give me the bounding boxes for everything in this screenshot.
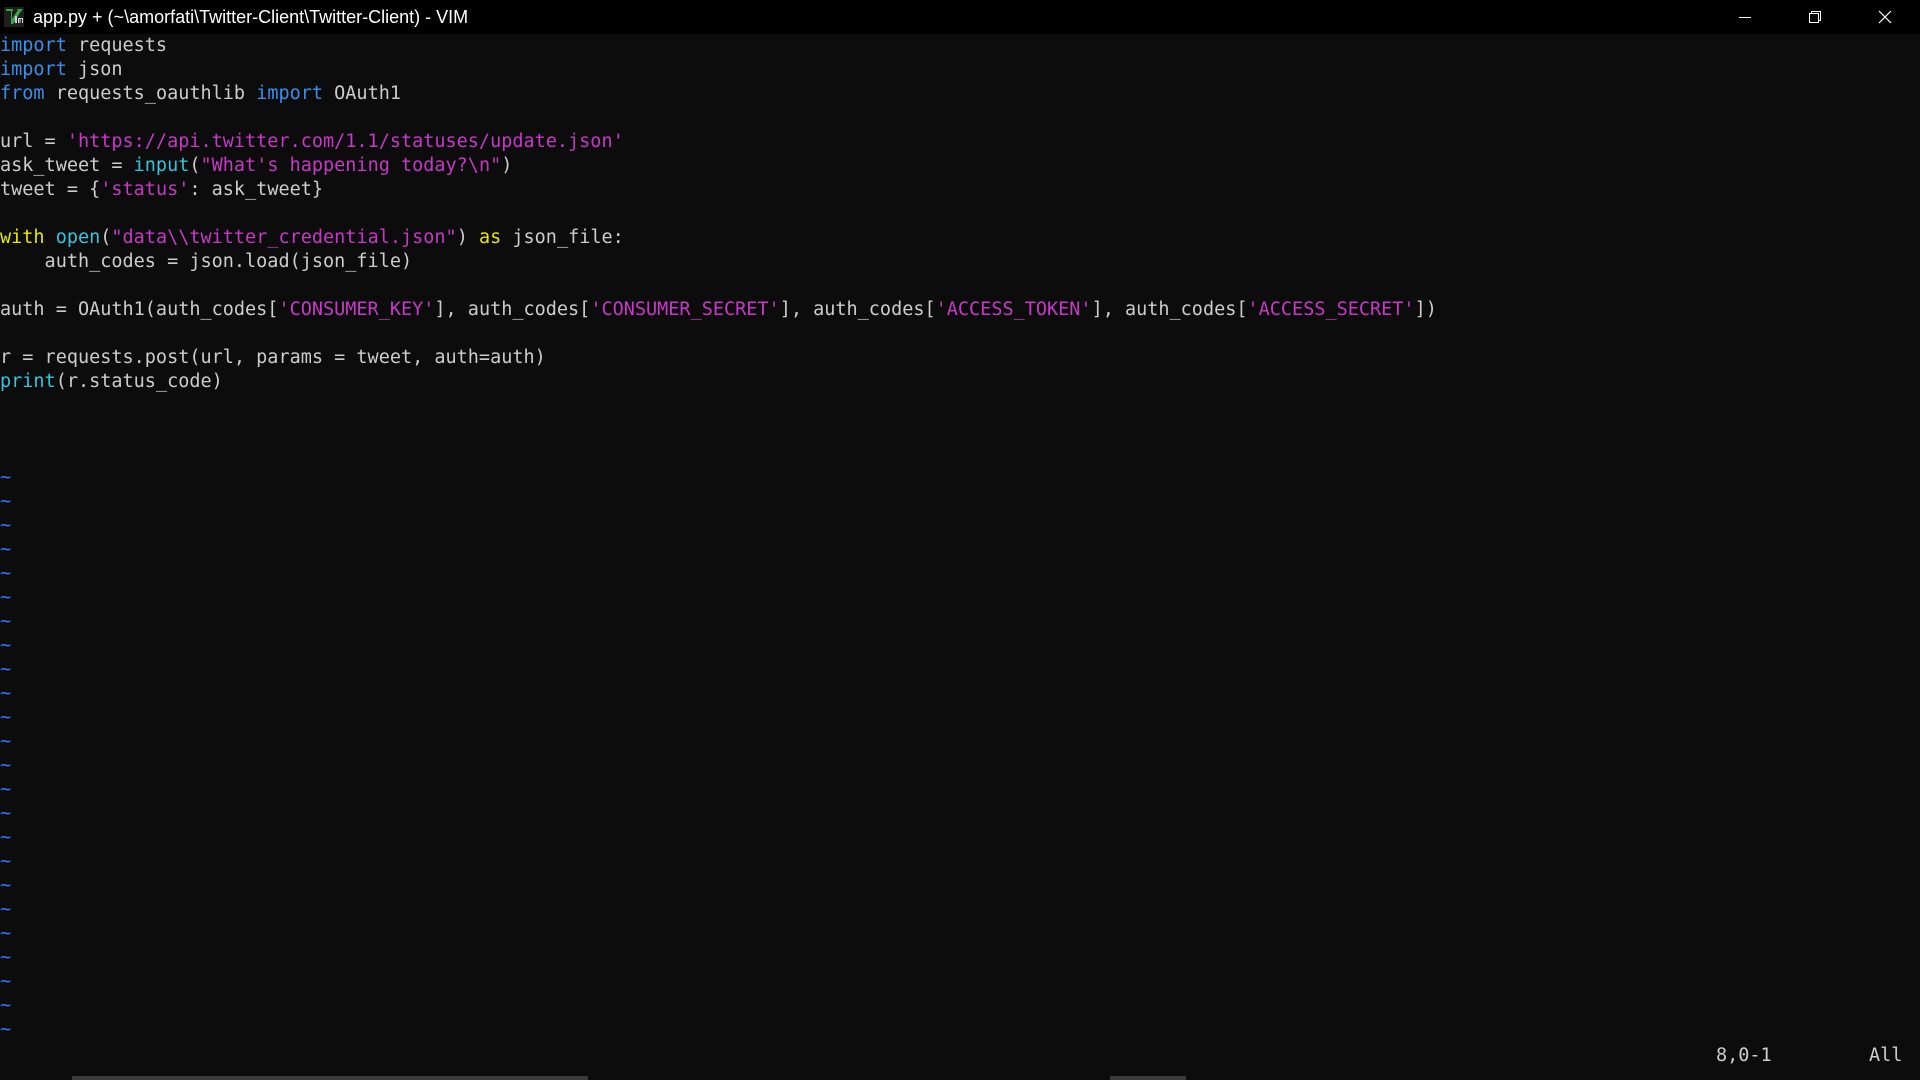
empty-line-marker: ~ xyxy=(0,923,12,944)
restore-icon xyxy=(1809,11,1821,23)
restore-button[interactable] xyxy=(1780,0,1850,34)
code-line[interactable]: r = requests.post(url, params = tweet, a… xyxy=(0,346,1920,370)
code-line[interactable] xyxy=(0,202,1920,226)
code-line[interactable] xyxy=(0,106,1920,130)
close-button[interactable] xyxy=(1850,0,1920,34)
vim-icon xyxy=(4,7,24,27)
window-controls xyxy=(1710,0,1920,34)
empty-line-marker: ~ xyxy=(0,683,12,704)
minimize-button[interactable] xyxy=(1710,0,1780,34)
empty-line-marker: ~ xyxy=(0,779,12,800)
code-token-keyword: from xyxy=(0,83,45,104)
empty-line-marker: ~ xyxy=(0,611,12,632)
code-token-plain: : ask_tweet} xyxy=(189,179,324,200)
code-line[interactable]: with open("data\\twitter_credential.json… xyxy=(0,226,1920,250)
code-token-plain: ], auth_codes[ xyxy=(779,299,936,320)
code-line[interactable]: import json xyxy=(0,58,1920,82)
code-line[interactable] xyxy=(0,274,1920,298)
code-token-plain: requests_oauthlib xyxy=(44,83,257,104)
code-token-plain: auth_codes = json.load(json_file) xyxy=(0,251,413,272)
code-line[interactable] xyxy=(0,442,1920,466)
code-line[interactable] xyxy=(0,394,1920,418)
code-token-builtin: input xyxy=(133,155,190,176)
code-token-string: 'CONSUMER_KEY' xyxy=(278,299,435,320)
code-token-string: 'CONSUMER_SECRET' xyxy=(590,299,780,320)
scroll-percent: All xyxy=(1869,1045,1903,1066)
scrollbar-thumb[interactable] xyxy=(72,1076,588,1080)
empty-line-marker: ~ xyxy=(0,875,12,896)
code-token-plain: json_file: xyxy=(501,227,624,248)
empty-line-marker: ~ xyxy=(0,947,12,968)
code-line[interactable]: auth = OAuth1(auth_codes['CONSUMER_KEY']… xyxy=(0,298,1920,322)
code-token-string: "What's happening today?\n" xyxy=(200,155,502,176)
code-token-string: 'https://api.twitter.com/1.1/statuses/up… xyxy=(66,131,624,152)
horizontal-scrollbar[interactable] xyxy=(0,1076,1920,1080)
code-token-keyword: import xyxy=(0,35,67,56)
empty-line-marker: ~ xyxy=(0,803,12,824)
code-token-keyword: import xyxy=(256,83,324,104)
empty-line-marker: ~ xyxy=(0,995,12,1016)
empty-line-marker: ~ xyxy=(0,467,12,488)
vim-window: app.py + (~\amorfati\Twitter-Client\Twit… xyxy=(0,0,1920,1080)
empty-line-marker: ~ xyxy=(0,1019,12,1040)
empty-line-marker: ~ xyxy=(0,707,12,728)
code-token-control: as xyxy=(478,227,502,248)
code-line[interactable]: print(r.status_code) xyxy=(0,370,1920,394)
code-line[interactable]: tweet = {'status': ask_tweet} xyxy=(0,178,1920,202)
code-token-plain: r = requests.post(url, params = tweet, a… xyxy=(0,347,546,368)
code-token-string: 'status' xyxy=(100,179,190,200)
code-token-plain: url = xyxy=(0,131,67,152)
code-token-plain: ask_tweet = xyxy=(0,155,134,176)
code-token-plain: auth = OAuth1(auth_codes[ xyxy=(0,299,279,320)
empty-line-marker: ~ xyxy=(0,539,12,560)
window-title: app.py + (~\amorfati\Twitter-Client\Twit… xyxy=(33,6,469,27)
code-token-control: with xyxy=(0,227,45,248)
close-icon xyxy=(1878,10,1892,24)
code-token-string: 'ACCESS_TOKEN' xyxy=(935,299,1092,320)
empty-line-marker: ~ xyxy=(0,587,12,608)
code-token-builtin: print xyxy=(0,371,56,392)
empty-line-marker: ~ xyxy=(0,827,12,848)
code-line[interactable] xyxy=(0,418,1920,442)
empty-line-marker: ~ xyxy=(0,563,12,584)
empty-line-marker: ~ xyxy=(0,515,12,536)
empty-line-marker: ~ xyxy=(0,635,12,656)
empty-line-marker: ~ xyxy=(0,731,12,752)
scrollbar-segment xyxy=(1110,1076,1186,1080)
empty-line-marker: ~ xyxy=(0,659,12,680)
code-line[interactable]: from requests_oauthlib import OAuth1 xyxy=(0,82,1920,106)
code-token-keyword: import xyxy=(0,59,67,80)
title-bar[interactable]: app.py + (~\amorfati\Twitter-Client\Twit… xyxy=(0,0,1920,34)
code-token-plain: ], auth_codes[ xyxy=(434,299,591,320)
code-token-string: 'ACCESS_SECRET' xyxy=(1247,299,1415,320)
code-token-plain: requests xyxy=(66,35,168,56)
code-line[interactable]: import requests xyxy=(0,34,1920,58)
code-token-plain: ) xyxy=(501,155,513,176)
status-line: 8,0-1 All xyxy=(0,1044,1920,1068)
code-token-string: "data\\twitter_credential.json" xyxy=(111,227,457,248)
code-line[interactable]: ask_tweet = input("What's happening toda… xyxy=(0,154,1920,178)
code-token-builtin: open xyxy=(55,227,101,248)
empty-line-marker: ~ xyxy=(0,899,12,920)
code-line[interactable]: auth_codes = json.load(json_file) xyxy=(0,250,1920,274)
empty-line-marker: ~ xyxy=(0,491,12,512)
code-token-plain: ( xyxy=(100,227,112,248)
code-line[interactable]: url = 'https://api.twitter.com/1.1/statu… xyxy=(0,130,1920,154)
empty-line-marker: ~ xyxy=(0,755,12,776)
code-token-plain: (r.status_code) xyxy=(55,371,223,392)
code-token-plain: json xyxy=(66,59,123,80)
code-line[interactable] xyxy=(0,322,1920,346)
code-token-plain: OAuth1 xyxy=(323,83,401,104)
editor-buffer[interactable]: import requests import json from requests_… xyxy=(0,34,1920,1044)
code-token-plain: ) xyxy=(456,227,479,248)
code-token-plain: ( xyxy=(189,155,201,176)
empty-line-marker: ~ xyxy=(0,851,12,872)
minimize-icon xyxy=(1739,17,1751,18)
code-token-plain: ]) xyxy=(1414,299,1437,320)
code-token-plain: ], auth_codes[ xyxy=(1091,299,1248,320)
empty-line-marker: ~ xyxy=(0,971,12,992)
cursor-position: 8,0-1 xyxy=(1716,1045,1772,1066)
code-token-plain: tweet = { xyxy=(0,179,101,200)
